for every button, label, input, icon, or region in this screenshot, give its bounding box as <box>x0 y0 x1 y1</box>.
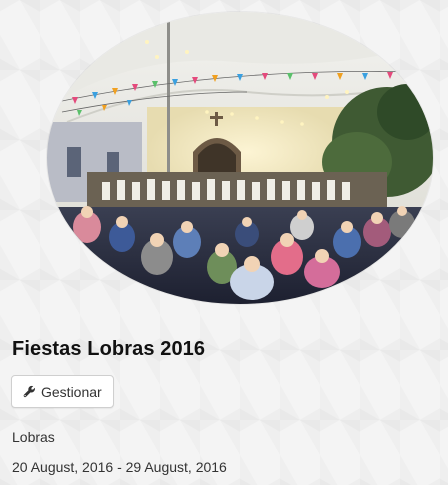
event-card: Fiestas Lobras 2016 Gestionar Lobras 20 … <box>0 0 448 485</box>
event-location: Lobras <box>12 429 55 445</box>
manage-button-label: Gestionar <box>41 383 102 400</box>
wrench-icon <box>23 385 36 398</box>
event-photo-image <box>47 12 433 304</box>
manage-button[interactable]: Gestionar <box>11 375 114 408</box>
event-title: Fiestas Lobras 2016 <box>12 338 206 360</box>
event-photo[interactable] <box>47 12 433 304</box>
event-dates: 20 August, 2016 - 29 August, 2016 <box>12 459 227 475</box>
